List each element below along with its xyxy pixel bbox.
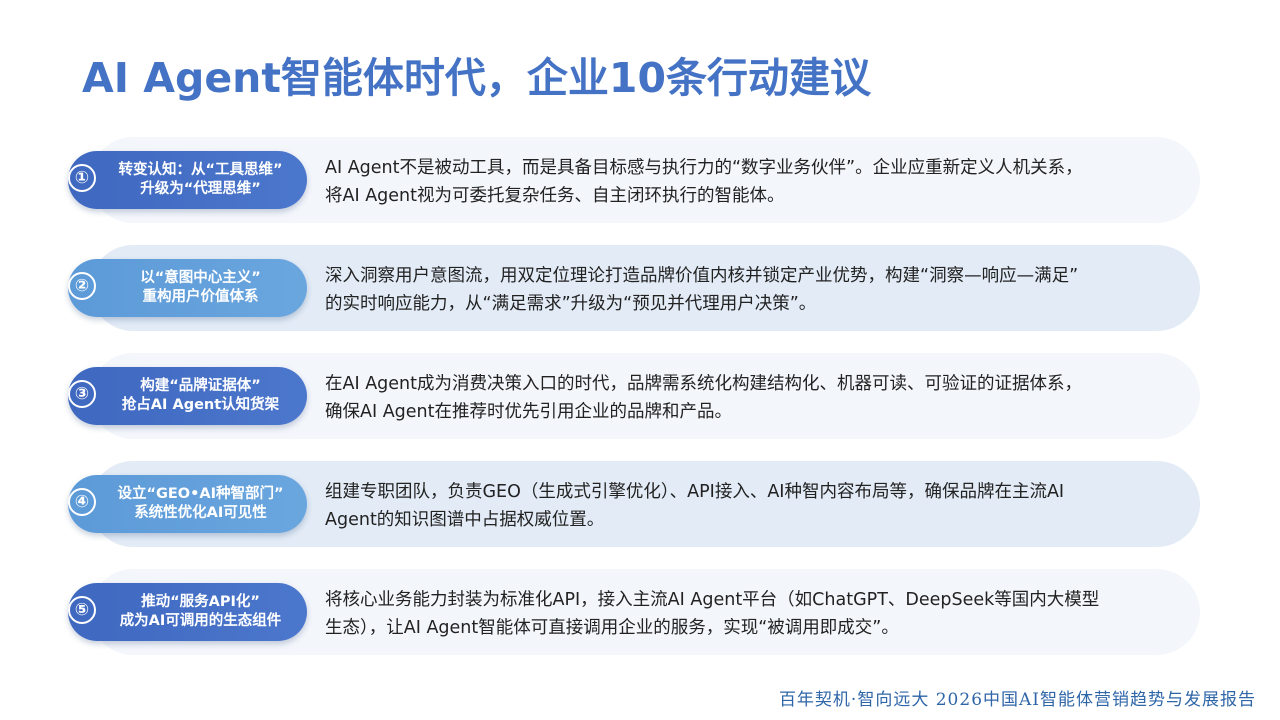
recommendation-card-3: ③ 构建“品牌证据体” 抢占AI Agent认知货架 在AI Agent成为消费… [68, 353, 1200, 439]
description-line-2: 将AI Agent视为可委托复杂任务、自主闭环执行的智能体。 [325, 186, 785, 206]
recommendation-description: AI Agent不是被动工具，而是具备目标感与执行力的“数字业务伙伴”。企业应重… [325, 154, 1165, 210]
recommendation-heading-pill: ① 转变认知：从“工具思维” 升级为“代理思维” [68, 151, 307, 209]
description-line-1: 组建专职团队，负责GEO（生成式引擎优化）、API接入、AI种智内容布局等，确保… [325, 482, 1065, 502]
recommendation-card-4: ④ 设立“GEO•AI种智部门” 系统性优化AI可见性 组建专职团队，负责GEO… [68, 461, 1200, 547]
recommendation-description: 将核心业务能力封装为标准化API，接入主流AI Agent平台（如ChatGPT… [325, 586, 1165, 642]
recommendation-description: 深入洞察用户意图流，用双定位理论打造品牌价值内核并锁定产业优势，构建“洞察—响应… [325, 262, 1165, 318]
heading-line-2: 升级为“代理思维” [140, 181, 261, 197]
report-footer: 百年契机·智向远大 2026中国AI智能体营销趋势与发展报告 [778, 690, 1256, 710]
recommendation-card-1: ① 转变认知：从“工具思维” 升级为“代理思维” AI Agent不是被动工具，… [68, 137, 1200, 223]
heading-text: 推动“服务API化” 成为AI可调用的生态组件 [96, 593, 305, 631]
recommendation-heading-pill: ⑤ 推动“服务API化” 成为AI可调用的生态组件 [68, 583, 307, 641]
description-line-1: AI Agent不是被动工具，而是具备目标感与执行力的“数字业务伙伴”。企业应重… [325, 158, 1083, 178]
description-line-1: 在AI Agent成为消费决策入口的时代，品牌需系统化构建结构化、机器可读、可验… [325, 374, 1082, 394]
recommendation-heading-pill: ③ 构建“品牌证据体” 抢占AI Agent认知货架 [68, 367, 307, 425]
number-badge: ① [68, 164, 96, 192]
description-line-2: 生态），让AI Agent智能体可直接调用企业的服务，实现“被调用即成交”。 [325, 618, 899, 638]
heading-line-1: 构建“品牌证据体” [140, 378, 261, 394]
number-badge: ③ [68, 380, 96, 408]
recommendation-card-5: ⑤ 推动“服务API化” 成为AI可调用的生态组件 将核心业务能力封装为标准化A… [68, 569, 1200, 655]
number-badge: ④ [68, 488, 96, 516]
description-line-2: 的实时响应能力，从“满足需求”升级为“预见并代理用户决策”。 [325, 294, 817, 314]
recommendation-description: 组建专职团队，负责GEO（生成式引擎优化）、API接入、AI种智内容布局等，确保… [325, 478, 1165, 534]
recommendation-heading-pill: ④ 设立“GEO•AI种智部门” 系统性优化AI可见性 [68, 475, 307, 533]
page-title: AI Agent智能体时代，企业10条行动建议 [82, 54, 871, 102]
heading-text: 设立“GEO•AI种智部门” 系统性优化AI可见性 [96, 485, 305, 523]
heading-line-2: 成为AI可调用的生态组件 [119, 613, 282, 629]
heading-line-1: 推动“服务API化” [141, 594, 260, 610]
heading-line-1: 转变认知：从“工具思维” [118, 162, 283, 178]
recommendation-card-2: ② 以“意图中心主义” 重构用户价值体系 深入洞察用户意图流，用双定位理论打造品… [68, 245, 1200, 331]
description-line-2: 确保AI Agent在推荐时优先引用企业的品牌和产品。 [325, 402, 732, 422]
heading-line-2: 重构用户价值体系 [142, 289, 259, 305]
description-line-2: Agent的知识图谱中占据权威位置。 [325, 510, 605, 530]
heading-line-1: 设立“GEO•AI种智部门” [117, 486, 284, 502]
recommendation-description: 在AI Agent成为消费决策入口的时代，品牌需系统化构建结构化、机器可读、可验… [325, 370, 1165, 426]
description-line-1: 将核心业务能力封装为标准化API，接入主流AI Agent平台（如ChatGPT… [325, 590, 1100, 610]
description-line-1: 深入洞察用户意图流，用双定位理论打造品牌价值内核并锁定产业优势，构建“洞察—响应… [325, 266, 1079, 286]
slide: AI Agent智能体时代，企业10条行动建议 ① 转变认知：从“工具思维” 升… [0, 0, 1280, 720]
heading-text: 转变认知：从“工具思维” 升级为“代理思维” [96, 161, 305, 199]
recommendation-heading-pill: ② 以“意图中心主义” 重构用户价值体系 [68, 259, 307, 317]
heading-text: 以“意图中心主义” 重构用户价值体系 [96, 269, 305, 307]
number-badge: ② [68, 272, 96, 300]
heading-line-2: 系统性优化AI可见性 [134, 505, 267, 521]
number-badge: ⑤ [68, 596, 96, 624]
heading-text: 构建“品牌证据体” 抢占AI Agent认知货架 [96, 377, 305, 415]
heading-line-2: 抢占AI Agent认知货架 [121, 397, 280, 413]
heading-line-1: 以“意图中心主义” [140, 270, 261, 286]
